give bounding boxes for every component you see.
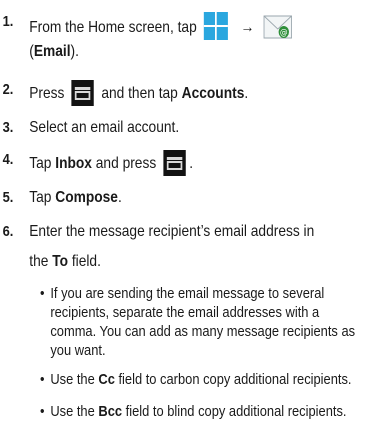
step-text: From the Home screen, tap <box>29 19 197 36</box>
cc-field-label: Cc <box>98 371 115 388</box>
step-number: 2. <box>2 81 14 98</box>
to-field-label: To <box>52 253 68 270</box>
arrow-icon: → <box>240 19 255 36</box>
bullet-dot: • <box>40 285 45 302</box>
email-label: Email <box>33 43 71 60</box>
step-number: 5. <box>2 189 14 206</box>
step-text: Select an email account. <box>29 119 180 136</box>
step-text: Enter the message recipient’s email addr… <box>29 223 315 240</box>
step-number: 4. <box>2 151 14 168</box>
menu-key-icon <box>71 80 95 106</box>
step-number: 6. <box>2 223 14 240</box>
bullet-dot: • <box>40 403 45 420</box>
bcc-field-label: Bcc <box>98 403 123 420</box>
step-number: 1. <box>2 13 14 30</box>
step-number: 3. <box>2 119 14 136</box>
email-envelope-icon: @ <box>263 15 293 39</box>
inbox-label: Inbox <box>55 155 92 172</box>
compose-label: Compose <box>55 189 118 206</box>
menu-key-icon <box>163 150 186 176</box>
accounts-label: Accounts <box>181 85 245 102</box>
apps-grid-icon <box>203 12 229 40</box>
svg-text:@: @ <box>280 26 288 37</box>
bullet-dot: • <box>40 371 45 388</box>
